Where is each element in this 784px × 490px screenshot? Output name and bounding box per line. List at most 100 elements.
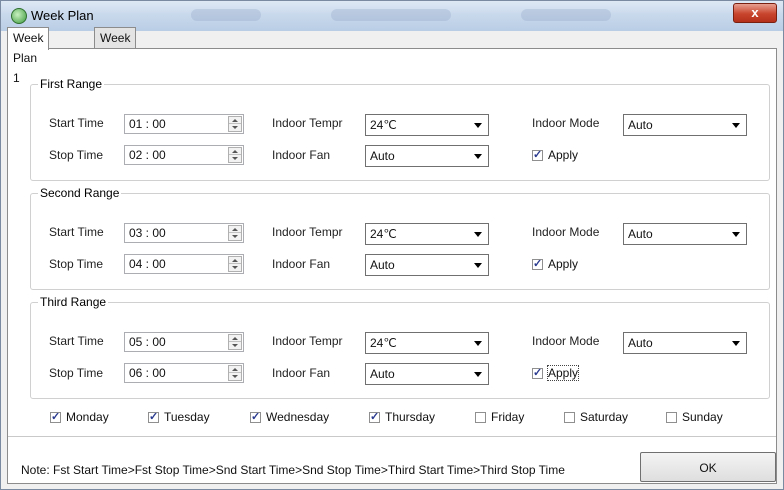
indoor-fan-label: Indoor Fan — [272, 257, 331, 271]
chevron-down-icon — [474, 341, 482, 346]
start-time-spinner[interactable] — [228, 334, 242, 350]
app-icon — [11, 8, 27, 24]
start-time-input[interactable]: 01 : 00 — [124, 114, 244, 134]
stop-time-spinner[interactable] — [228, 256, 242, 272]
day-checkbox-thursday[interactable]: Thursday — [369, 410, 435, 424]
checkbox-box[interactable] — [532, 257, 543, 270]
indoor-mode-value: Auto — [628, 118, 653, 132]
apply-checkbox[interactable]: Apply — [532, 257, 578, 271]
spin-down-icon — [232, 266, 238, 269]
apply-checkbox[interactable]: Apply — [532, 365, 580, 381]
chevron-down-icon — [474, 154, 482, 159]
stop-time-input[interactable]: 02 : 00 — [124, 145, 244, 165]
stop-time-value: 04 : 00 — [129, 257, 166, 271]
stop-time-value: 02 : 00 — [129, 148, 166, 162]
stop-time-label: Stop Time — [49, 148, 104, 162]
start-time-value: 05 : 00 — [129, 335, 166, 349]
indoor-mode-select[interactable]: Auto — [623, 223, 747, 245]
indoor-mode-label: Indoor Mode — [532, 334, 600, 348]
checkbox-box[interactable] — [666, 412, 677, 423]
chevron-down-icon — [732, 123, 740, 128]
spin-up-icon — [232, 259, 238, 262]
indoor-tempr-select[interactable]: 24℃ — [365, 332, 489, 354]
start-time-spinner[interactable] — [228, 116, 242, 132]
start-time-value: 03 : 00 — [129, 226, 166, 240]
day-checkbox-saturday[interactable]: Saturday — [564, 410, 628, 424]
checkbox-box[interactable] — [564, 412, 575, 423]
checkbox-box[interactable] — [148, 410, 159, 423]
apply-label: Apply — [548, 148, 579, 162]
indoor-mode-label: Indoor Mode — [532, 116, 600, 130]
day-checkbox-tuesday[interactable]: Tuesday — [148, 410, 210, 424]
day-checkbox-monday[interactable]: Monday — [50, 410, 109, 424]
spin-down-icon — [232, 157, 238, 160]
second-range-group: Second Range Start Time 03 : 00 Stop Tim… — [30, 186, 770, 290]
indoor-mode-label: Indoor Mode — [532, 225, 600, 239]
spin-up-icon — [232, 150, 238, 153]
close-button[interactable]: x — [733, 3, 777, 23]
indoor-fan-select[interactable]: Auto — [365, 254, 489, 276]
start-time-input[interactable]: 05 : 00 — [124, 332, 244, 352]
week-plan-window: Week Plan x Week Plan 1 Week Plan 2 Firs… — [0, 0, 784, 490]
start-time-value: 01 : 00 — [129, 117, 166, 131]
indoor-tempr-select[interactable]: 24℃ — [365, 114, 489, 136]
indoor-tempr-label: Indoor Tempr — [272, 334, 343, 348]
checkbox-box[interactable] — [250, 410, 261, 423]
indoor-mode-select[interactable]: Auto — [623, 332, 747, 354]
checkbox-box[interactable] — [50, 410, 61, 423]
start-time-label: Start Time — [49, 116, 104, 130]
day-label: Friday — [491, 410, 525, 424]
checkbox-box[interactable] — [532, 148, 543, 161]
range-title: Third Range — [40, 295, 107, 309]
day-label: Wednesday — [266, 410, 330, 424]
day-label: Sunday — [682, 410, 723, 424]
day-label: Thursday — [385, 410, 436, 424]
spin-up-icon — [232, 119, 238, 122]
titlebar-background — [521, 9, 611, 21]
day-checkbox-wednesday[interactable]: Wednesday — [250, 410, 329, 424]
titlebar-background — [331, 9, 451, 21]
indoor-fan-label: Indoor Fan — [272, 148, 331, 162]
chevron-down-icon — [474, 372, 482, 377]
close-icon: x — [751, 5, 759, 20]
checkbox-box[interactable] — [369, 410, 380, 423]
indoor-mode-value: Auto — [628, 336, 653, 350]
indoor-tempr-value: 24℃ — [370, 227, 397, 241]
indoor-fan-label: Indoor Fan — [272, 366, 331, 380]
stop-time-spinner[interactable] — [228, 365, 242, 381]
ok-button[interactable]: OK — [640, 452, 776, 482]
apply-checkbox[interactable]: Apply — [532, 148, 578, 162]
indoor-fan-value: Auto — [370, 367, 395, 381]
spin-down-icon — [232, 375, 238, 378]
start-time-spinner[interactable] — [228, 225, 242, 241]
indoor-fan-select[interactable]: Auto — [365, 363, 489, 385]
indoor-tempr-select[interactable]: 24℃ — [365, 223, 489, 245]
stop-time-label: Stop Time — [49, 366, 104, 380]
day-checkbox-friday[interactable]: Friday — [475, 410, 524, 424]
indoor-fan-select[interactable]: Auto — [365, 145, 489, 167]
stop-time-spinner[interactable] — [228, 147, 242, 163]
apply-label: Apply — [546, 365, 580, 381]
checkbox-box[interactable] — [532, 366, 543, 379]
tab-week-plan-2[interactable]: Week Plan 2 — [94, 27, 137, 85]
note-text: Note: Fst Start Time>Fst Stop Time>Snd S… — [21, 463, 565, 477]
checkbox-box[interactable] — [475, 412, 486, 423]
stop-time-input[interactable]: 06 : 00 — [124, 363, 244, 383]
tab-week-plan-1[interactable]: Week Plan 1 — [7, 27, 50, 85]
apply-label: Apply — [548, 257, 579, 271]
spin-down-icon — [232, 235, 238, 238]
start-time-label: Start Time — [49, 225, 104, 239]
day-label: Tuesday — [164, 410, 210, 424]
indoor-mode-value: Auto — [628, 227, 653, 241]
stop-time-input[interactable]: 04 : 00 — [124, 254, 244, 274]
day-checkbox-sunday[interactable]: Sunday — [666, 410, 723, 424]
spin-up-icon — [232, 337, 238, 340]
indoor-mode-select[interactable]: Auto — [623, 114, 747, 136]
chevron-down-icon — [732, 232, 740, 237]
chevron-down-icon — [474, 263, 482, 268]
start-time-input[interactable]: 03 : 00 — [124, 223, 244, 243]
day-label: Monday — [66, 410, 109, 424]
stop-time-label: Stop Time — [49, 257, 104, 271]
stop-time-value: 06 : 00 — [129, 366, 166, 380]
chevron-down-icon — [732, 341, 740, 346]
